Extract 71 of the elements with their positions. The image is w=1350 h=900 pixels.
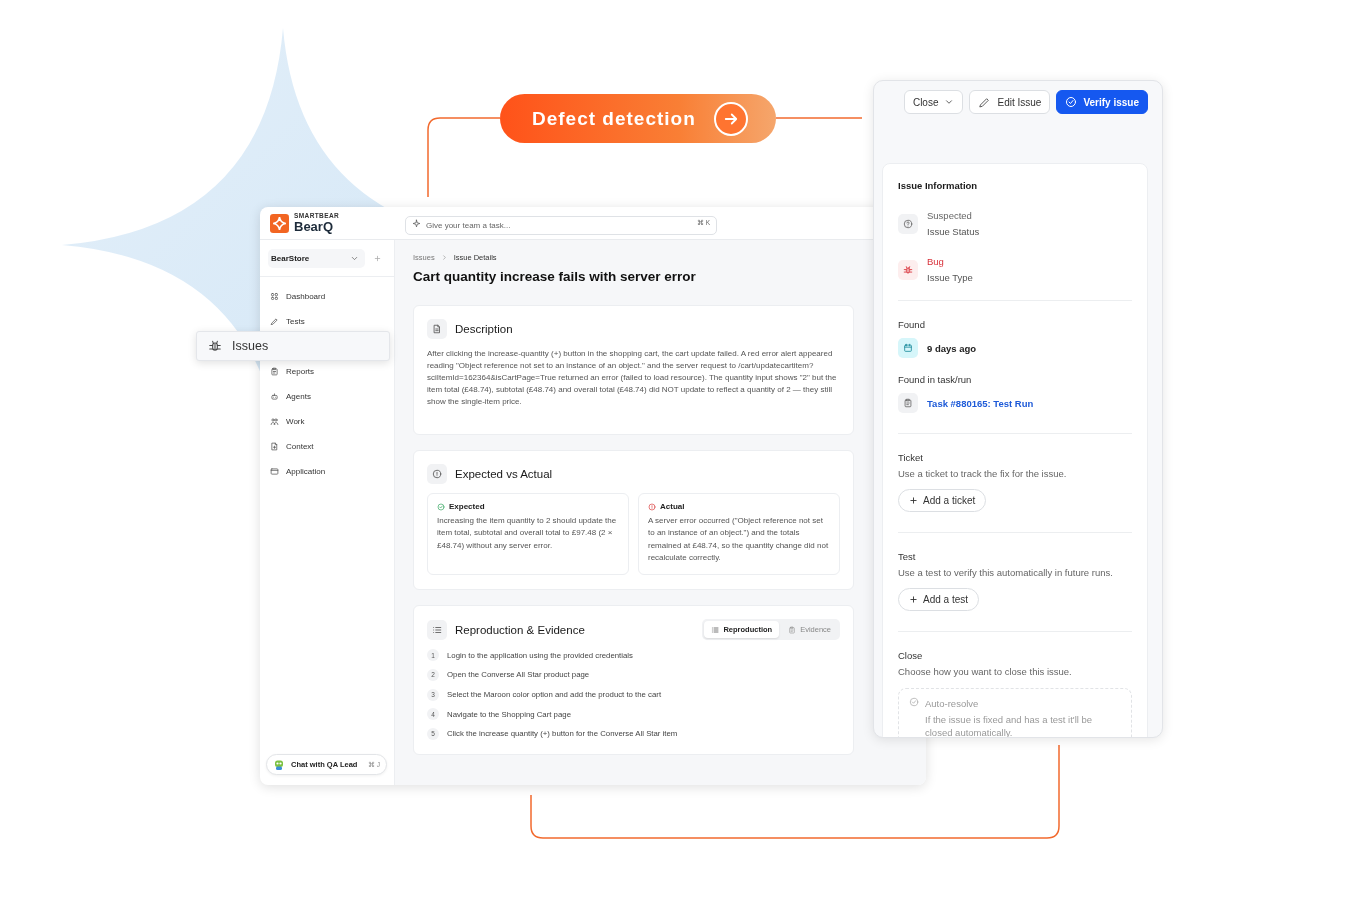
field-value: Bug <box>927 255 945 269</box>
add-button[interactable]: Add a ticket <box>898 489 987 512</box>
workspace-select[interactable]: BearStore <box>268 248 365 268</box>
clipboard-icon <box>898 393 918 413</box>
chevron-down-icon <box>944 97 955 107</box>
box-text: Increasing the item quantity to 2 should update the item total, subtotal and overall total to £97.48 (2 × £48.74) without any server error. <box>437 515 618 552</box>
card-heading: Issue Information <box>898 180 979 191</box>
chevron-right-icon <box>440 254 448 261</box>
field-label: Issue Status <box>927 225 980 239</box>
alert-icon <box>648 502 656 511</box>
page-title: Cart quantity increase fails with server error <box>413 269 697 284</box>
section-heading: Description <box>455 323 514 335</box>
check-circle-icon <box>909 697 919 707</box>
field-value: 9 days ago <box>927 342 977 354</box>
section-text: Choose how you want to close this issue. <box>898 665 1073 678</box>
dropdown-button[interactable]: Close <box>903 90 964 114</box>
option-label: Auto-resolve <box>925 697 980 710</box>
robot-icon <box>270 392 279 401</box>
plus-icon[interactable] <box>373 253 382 263</box>
question-icon <box>898 214 918 234</box>
section-title: Close <box>898 649 924 662</box>
description-text: After clicking the increase-quantity (+) button in the shopping cart, the cart update failed. A red error alert appeared reading "Object reference not set to an instance of an object." and the server request to /cart/updatecartitem?sciItemId=162364&isCartPage=True returned an error (failed to load resource). The quantity input shows "2" but the item total (£48.74), subtotal (£48.74) and overall total (£48.74) did NOT update to reflect a quantity of 2 — they still show the single-item price. <box>427 348 838 408</box>
plus-icon <box>909 595 918 604</box>
section-text: Use a ticket to track the fix for the issue. <box>898 467 1068 480</box>
robot-icon <box>273 758 285 771</box>
pencil-icon <box>978 95 992 109</box>
field-value: Suspected <box>927 209 973 223</box>
check-circle-icon <box>1065 96 1078 108</box>
box-label: Actual <box>660 502 685 511</box>
task-link[interactable]: Task #880165: Test Run <box>927 397 1034 409</box>
logo-icon <box>270 213 289 233</box>
section-title: Test <box>898 550 917 563</box>
bug-icon <box>208 339 222 353</box>
nav-item[interactable]: Tests <box>260 309 394 334</box>
section-title: Ticket <box>898 451 924 464</box>
nav-item[interactable]: Context <box>260 434 394 459</box>
action-button[interactable]: Verify issue <box>1056 90 1148 114</box>
plus-icon <box>909 496 918 505</box>
add-button[interactable]: Add a test <box>898 588 980 611</box>
section-heading: Expected vs Actual <box>455 468 554 480</box>
list-icon <box>711 625 720 634</box>
box-label: Expected <box>449 502 485 511</box>
bug-icon <box>898 260 918 280</box>
action-button[interactable]: Edit Issue <box>969 90 1051 114</box>
section-heading: Reproduction & Evidence <box>455 623 586 636</box>
section-text: Use a test to verify this automatically in future runs. <box>898 566 1114 579</box>
banner-title: Defect detection <box>532 107 696 130</box>
list-icon <box>427 619 447 640</box>
people-icon <box>270 417 279 426</box>
nav-item[interactable]: Work <box>260 409 394 434</box>
grid-icon <box>270 292 279 301</box>
alert-icon <box>427 464 447 484</box>
calendar-icon <box>898 338 918 358</box>
clipboard-icon <box>270 367 279 376</box>
document-icon <box>427 319 447 339</box>
clipboard-icon <box>788 625 797 634</box>
field-label: Found in task/run <box>898 373 973 386</box>
nav-item[interactable]: Dashboard <box>260 284 394 309</box>
check-circle-icon <box>437 502 445 511</box>
product-name: BearQ <box>294 219 335 233</box>
nav-item[interactable]: Issues <box>196 331 390 361</box>
box-text: A server error occurred ("Object reference not set to an instance of an object.") and the totals remained at £48.74, so the quantity change did not recalculate correctly. <box>648 515 830 564</box>
sparkle-icon <box>412 218 421 228</box>
nav-item[interactable]: Agents <box>260 384 394 409</box>
pencil-icon <box>270 317 279 326</box>
field-label: Issue Type <box>927 271 973 285</box>
nav-item[interactable]: Application <box>260 459 394 484</box>
file-icon <box>270 442 279 451</box>
window-icon <box>270 467 279 476</box>
field-label: Found <box>898 318 926 331</box>
nav-item[interactable]: Reports <box>260 359 394 384</box>
